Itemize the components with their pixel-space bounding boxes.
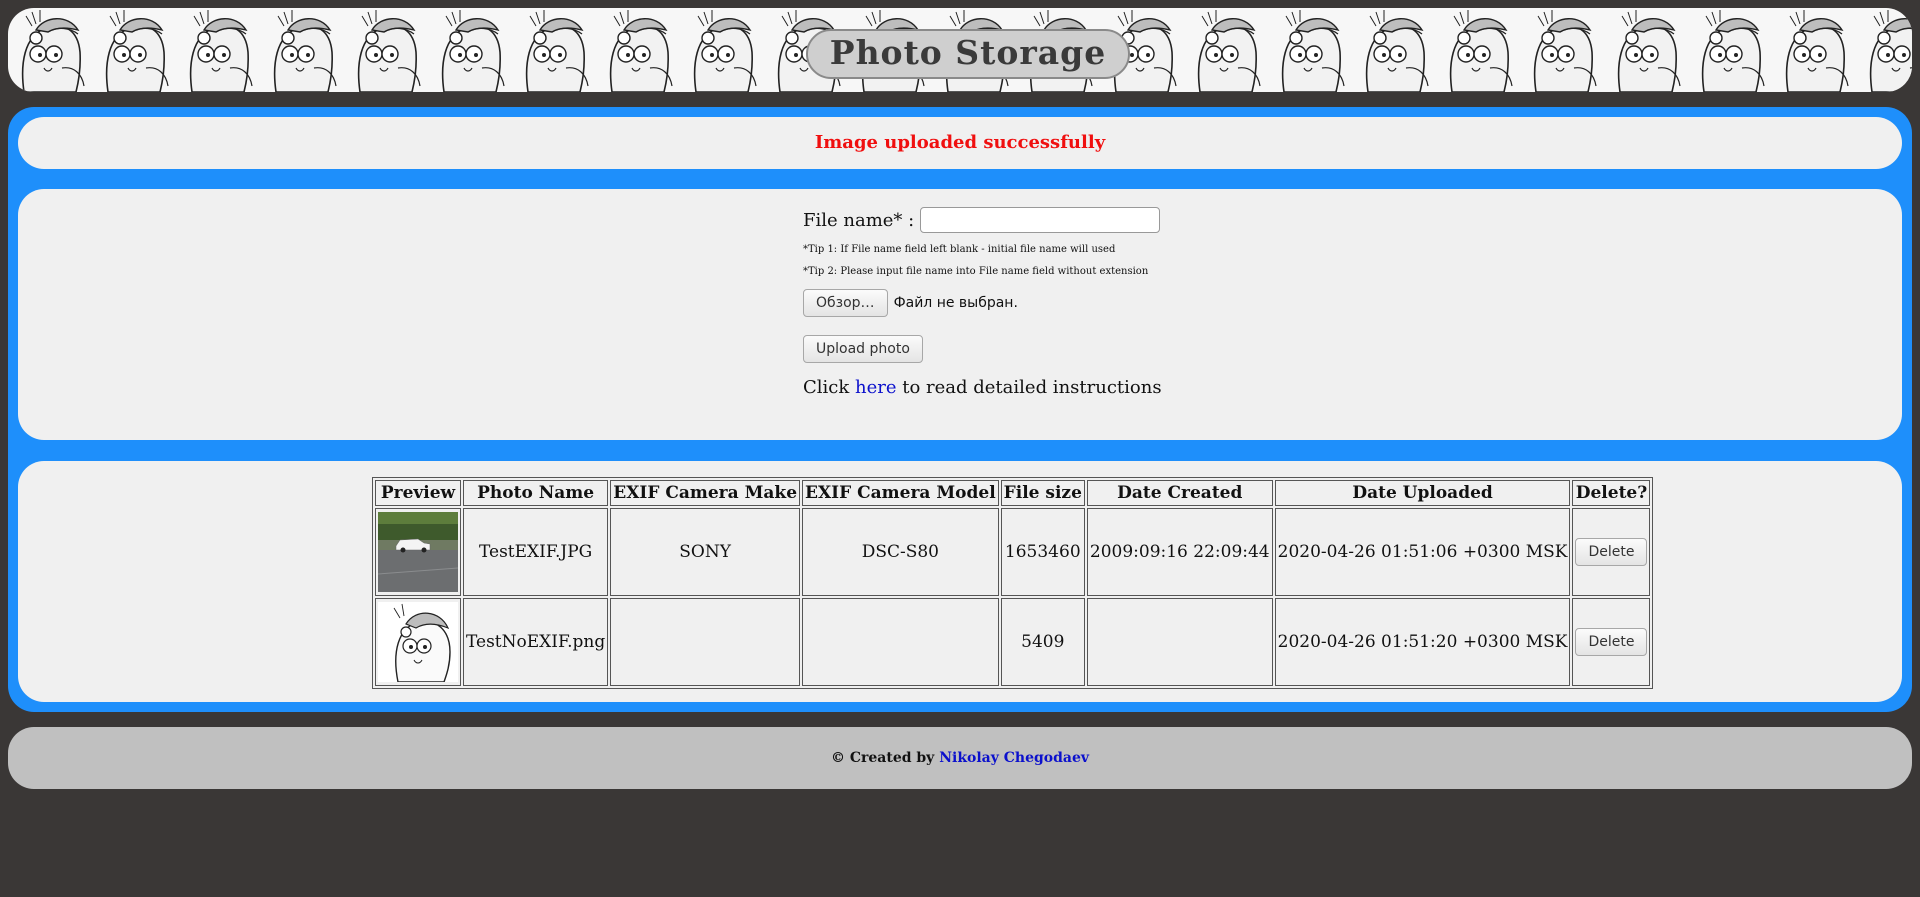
tip-2: *Tip 2: Please input file name into File… [803,266,1149,277]
table-row: TestNoEXIF.png 5409 2020-04-26 01:51:20 … [375,598,1651,686]
header-exif-make: EXIF Camera Make [610,480,801,506]
file-picker: Обзор… Файл не выбран. [803,289,1323,317]
footer: © Created by Nikolay Chegodaev [8,727,1912,789]
preview-cell [375,598,461,686]
tip-1: *Tip 1: If File name field left blank - … [803,244,1116,255]
filename-input[interactable] [920,207,1161,233]
date-uploaded-cell: 2020-04-26 01:51:20 +0300 MSK [1274,598,1571,686]
date-uploaded-cell: 2020-04-26 01:51:06 +0300 MSK [1274,508,1571,596]
photos-panel: Preview Photo Name EXIF Camera Make EXIF… [18,461,1902,702]
instructions-text: Click here to read detailed instructions [803,377,1323,398]
file-size-cell: 1653460 [1000,508,1085,596]
message-panel: Image uploaded successfully [18,117,1902,169]
header-file-size: File size [1000,480,1085,506]
camera-model-cell: DSC-S80 [802,508,999,596]
upload-photo-button[interactable]: Upload photo [803,335,923,363]
instructions-link[interactable]: here [855,377,897,398]
delete-cell: Delete [1572,598,1651,686]
header-photo-name: Photo Name [463,480,609,506]
delete-button[interactable]: Delete [1575,538,1648,566]
filename-row: File name* : [803,205,1323,235]
table-header-row: Preview Photo Name EXIF Camera Make EXIF… [375,480,1651,506]
filename-label: File name* : [803,209,915,231]
header-date-uploaded: Date Uploaded [1274,480,1571,506]
browse-button[interactable]: Обзор… [803,289,888,317]
delete-button[interactable]: Delete [1575,628,1648,656]
photos-table: Preview Photo Name EXIF Camera Make EXIF… [372,477,1654,689]
instructions-suffix: to read detailed instructions [896,377,1162,398]
table-row: TestEXIF.JPG SONY DSC-S80 1653460 2009:0… [375,508,1651,596]
upload-row: Upload photo [803,335,1323,363]
author-link[interactable]: Nikolay Chegodaev [939,750,1089,766]
header-exif-model: EXIF Camera Model [802,480,999,506]
file-status-text: Файл не выбран. [893,295,1018,311]
camera-make-cell [610,598,801,686]
photo-name-cell: TestEXIF.JPG [463,508,609,596]
header-date-created: Date Created [1086,480,1273,506]
upload-form: File name* : *Tip 1: If File name field … [803,205,1323,398]
car-photo-thumbnail[interactable] [378,512,458,592]
footer-credit: © Created by [830,750,940,766]
camera-model-cell [802,598,999,686]
delete-cell: Delete [1572,508,1651,596]
header-banner: Photo Storage [8,8,1912,92]
upload-form-panel: File name* : *Tip 1: If File name field … [18,189,1902,440]
header-preview: Preview [375,480,461,506]
date-created-cell [1086,598,1273,686]
page-title: Photo Storage [806,29,1130,79]
instructions-prefix: Click [803,377,855,398]
date-created-cell: 2009:09:16 22:09:44 [1086,508,1273,596]
file-size-cell: 5409 [1000,598,1085,686]
preview-cell [375,508,461,596]
main-container: Image uploaded successfully File name* :… [8,107,1912,712]
header-delete: Delete? [1572,480,1651,506]
photo-name-cell: TestNoEXIF.png [463,598,609,686]
upload-success-message: Image uploaded successfully [814,132,1106,153]
gopher-drawing-thumbnail[interactable] [378,602,458,682]
camera-make-cell: SONY [610,508,801,596]
